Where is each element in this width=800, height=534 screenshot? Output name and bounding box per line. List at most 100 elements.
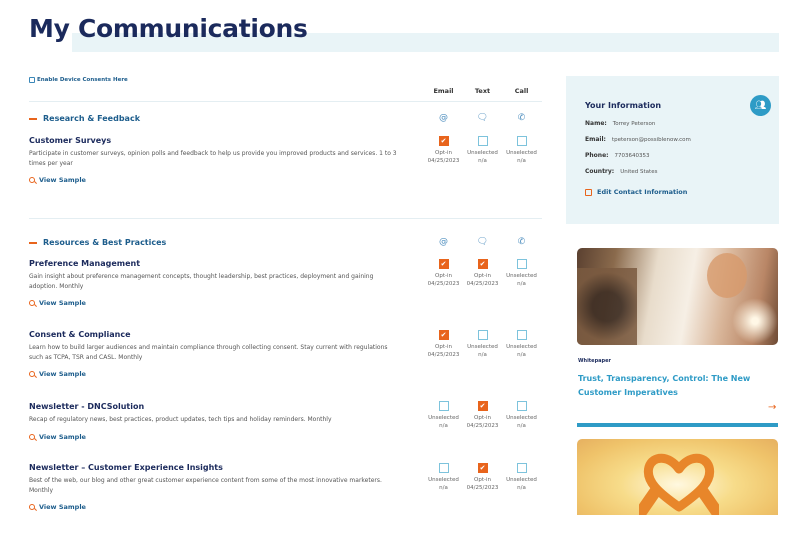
consent-status: Opt-in [474,273,491,279]
item-description: Best of the web, our blog and other grea… [29,477,382,494]
consent-date: 04/25/2023 [466,281,499,287]
consent-status: Unselected [428,415,459,421]
item-description: Participate in customer surveys, opinion… [29,150,397,167]
consent-date: 04/25/2023 [427,352,460,358]
heart-hands-icon [639,453,719,515]
enable-device-consents-link[interactable]: Enable Device Consents Here [29,77,128,83]
chat-bubble-icon: 🗨︎ [476,237,489,247]
info-value: tpeterson@possiblenow.com [611,137,691,143]
consent-date: 04/25/2023 [466,485,499,491]
promo-title-link[interactable]: Trust, Transparency, Control: The New Cu… [578,372,778,400]
view-sample-label: View Sample [39,176,86,184]
checkbox-email[interactable]: ✔ Opt-in 04/25/2023 [424,259,463,288]
consent-status: Unselected [506,477,537,483]
channel-column-headers: Email Text Call [424,87,544,95]
checkbox-text[interactable]: Unselected n/a [463,136,502,165]
item-description: Recap of regulatory news, best practices… [29,416,332,423]
subscription-item-newsletter-cx-insights: Newsletter – Customer Experience Insight… [29,463,399,511]
channel-checks: ✔ Opt-in 04/25/2023 Unselected n/a Unselected… [424,136,544,165]
chat-bubble-icon: 🗨︎ [476,113,489,123]
consent-status: Opt-in [435,344,452,350]
checkbox-checked[interactable]: ✔ [438,330,449,340]
checkbox-call[interactable]: Unselected n/a [502,401,541,430]
checkbox-checked[interactable]: ✔ [477,259,488,269]
collapse-dash-icon [29,117,37,120]
consent-status: Unselected [506,344,537,350]
info-value: Torrey Peterson [612,121,656,127]
section-research-feedback[interactable]: Research & Feedback [29,114,140,123]
view-sample-link[interactable]: View Sample [29,370,399,378]
consent-date: n/a [478,352,487,358]
info-row-country: Country: United States [585,168,657,176]
item-name: Newsletter - DNCSolution [29,402,145,411]
checkbox-text[interactable]: ✔ Opt-in 04/25/2023 [463,259,502,288]
magnifier-icon [29,504,35,510]
divider [29,218,542,219]
consent-status: Unselected [506,273,537,279]
edit-contact-information-link[interactable]: Edit Contact Information [585,188,687,196]
info-row-email: Email: tpeterson@possiblenow.com [585,136,691,144]
consent-status: Unselected [467,344,498,350]
consent-status: Unselected [506,150,537,156]
consent-status: Opt-in [435,273,452,279]
consent-date: 04/25/2023 [427,281,460,287]
page-title: My Communications [29,14,308,43]
checkbox-email[interactable]: ✔ Opt-in 04/25/2023 [424,330,463,359]
edit-icon [29,77,35,83]
magnifier-icon [29,300,35,306]
checkbox-checked[interactable]: ✔ [438,259,449,269]
arrow-right-icon[interactable]: → [768,402,776,413]
section-title: Resources & Best Practices [43,238,167,247]
section-resources-best-practices[interactable]: Resources & Best Practices [29,238,166,247]
view-sample-link[interactable]: View Sample [29,503,399,511]
checkbox-text[interactable]: ✔ Opt-in 04/25/2023 [463,463,502,492]
at-icon: @ [439,113,448,123]
phone-icon: ✆ [517,237,526,247]
checkbox-text[interactable]: Unselected n/a [463,330,502,359]
consent-date: n/a [439,423,448,429]
view-sample-link[interactable]: View Sample [29,176,399,184]
consent-date: n/a [439,485,448,491]
checkbox-unchecked[interactable] [516,330,527,340]
checkbox-checked[interactable]: ✔ [477,401,488,411]
checkbox-checked[interactable]: ✔ [438,136,449,146]
subscription-item-newsletter-dncsolution: Newsletter - DNCSolution Recap of regula… [29,402,399,441]
info-label: Country: [585,168,615,175]
checkbox-call[interactable]: Unselected n/a [502,259,541,288]
checkbox-unchecked[interactable] [516,463,527,473]
info-row-phone: Phone: 7703640353 [585,152,650,160]
checkbox-call[interactable]: Unselected n/a [502,463,541,492]
consent-date: n/a [517,485,526,491]
info-value: United States [620,169,658,175]
divider [29,101,542,102]
consent-status: Unselected [428,477,459,483]
item-description: Gain insight about preference management… [29,273,374,290]
checkbox-email[interactable]: Unselected n/a [424,401,463,430]
item-name: Customer Surveys [29,136,112,145]
checkbox-text[interactable]: ✔ Opt-in 04/25/2023 [463,401,502,430]
checkbox-checked[interactable]: ✔ [477,463,488,473]
checkbox-email[interactable]: ✔ Opt-in 04/25/2023 [424,136,463,165]
checkbox-email[interactable]: Unselected n/a [424,463,463,492]
checkbox-unchecked[interactable] [477,136,488,146]
view-sample-label: View Sample [39,299,86,307]
view-sample-link[interactable]: View Sample [29,433,399,441]
edit-icon [585,188,592,196]
checkbox-unchecked[interactable] [477,330,488,340]
consent-status: Opt-in [435,150,452,156]
checkbox-unchecked[interactable] [516,401,527,411]
promo-image-heart-hands[interactable] [577,439,778,515]
view-sample-link[interactable]: View Sample [29,299,399,307]
checkbox-call[interactable]: Unselected n/a [502,330,541,359]
checkbox-unchecked[interactable] [438,463,449,473]
checkbox-unchecked[interactable] [438,401,449,411]
checkbox-call[interactable]: Unselected n/a [502,136,541,165]
checkbox-unchecked[interactable] [516,259,527,269]
phone-icon: ✆ [517,113,526,123]
item-name: Preference Management [29,259,141,268]
promo-image-handshake[interactable] [577,248,778,345]
consent-date: n/a [517,158,526,164]
checkbox-unchecked[interactable] [516,136,527,146]
subscription-item-preference-management: Preference Management Gain insight about… [29,259,399,307]
consent-date: 04/25/2023 [466,423,499,429]
